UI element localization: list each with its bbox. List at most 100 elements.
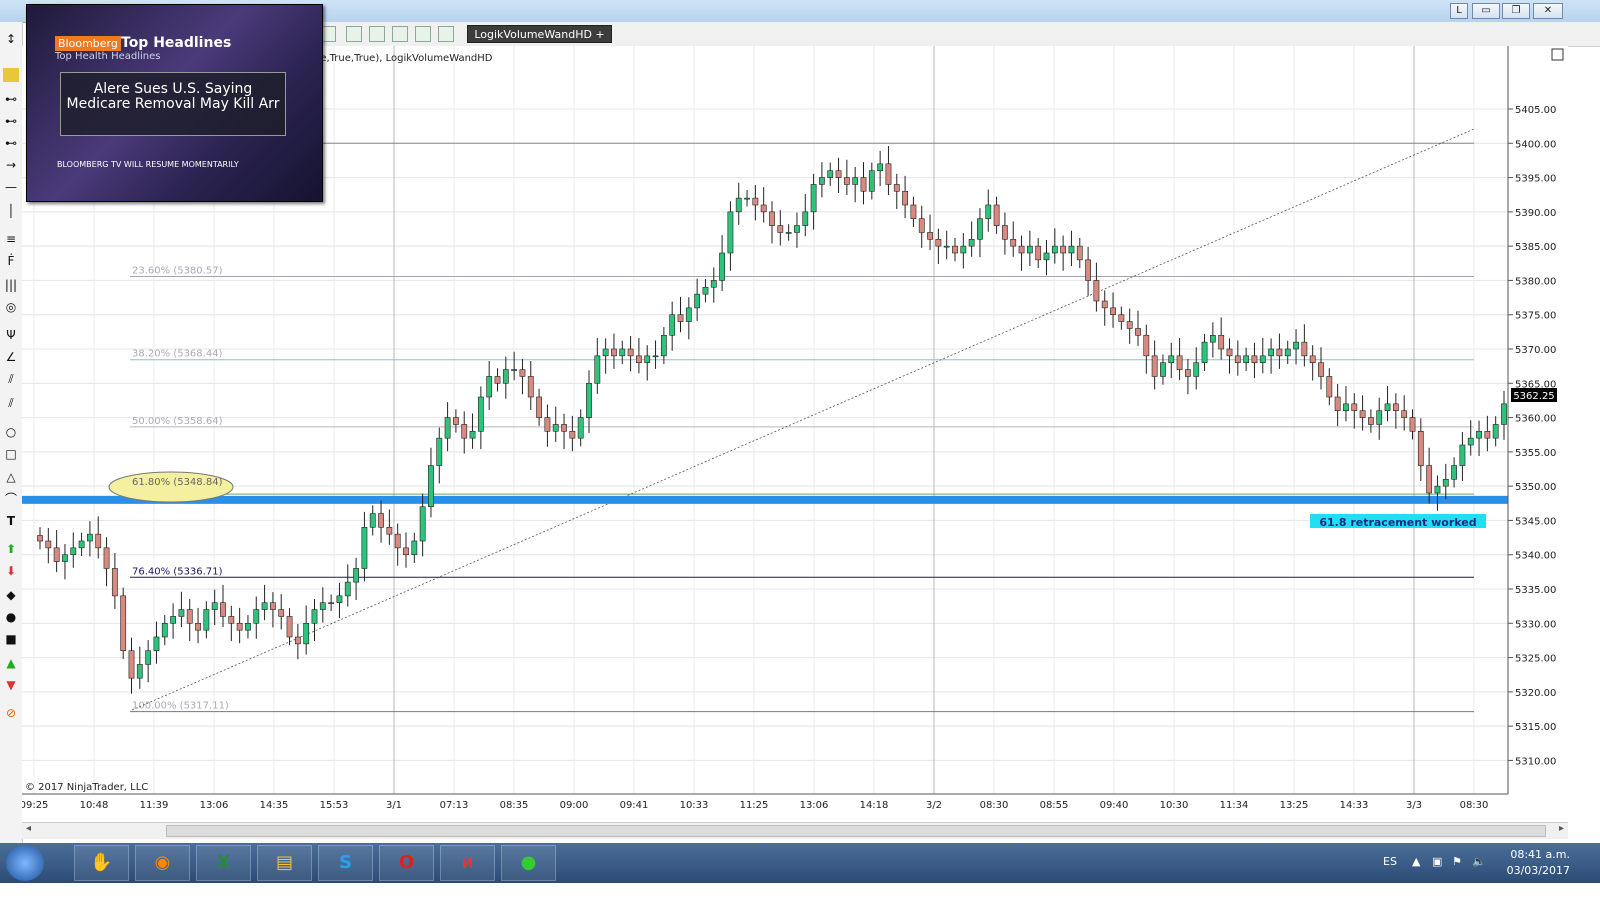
taskbar-ninjatrader-icon[interactable]: ᴎ [440,845,495,881]
line-icon[interactable] [392,26,408,42]
remove-drawings-icon[interactable]: ⊘ [3,706,19,720]
tray-network-icon[interactable]: ▣ [1432,855,1442,868]
regression-channel-icon[interactable]: ⫽ [3,372,19,386]
horizontal-line-icon[interactable]: — [3,180,19,194]
tray-expand-icon[interactable]: ▲ [1412,855,1420,868]
news-section-title: Top Headlines [121,35,232,51]
fib-retracement-icon[interactable]: ≡ [3,232,19,246]
taskbar-firefox-icon[interactable]: ◉ [135,845,190,881]
dollar-icon[interactable] [415,26,431,42]
chart-toolbar: LogikVolumeWandHD + [320,22,1600,47]
ellipse-icon[interactable]: ○ [3,425,19,439]
scroll-left-icon[interactable]: ◂ [26,823,31,834]
text-icon[interactable]: T [3,514,19,528]
taskbar-explorer-icon[interactable]: ▤ [257,845,312,881]
arrow-down-icon[interactable]: ⬇ [3,564,19,578]
tray-volume-icon[interactable]: 🔈 [1472,855,1486,868]
candle-body [794,225,800,233]
line-tool-icon[interactable]: ⊷ [3,114,19,128]
time-tick-label: 13:06 [800,800,829,811]
properties-icon[interactable] [438,26,454,42]
candle-body [1218,334,1225,350]
candle-body [627,348,634,357]
window-lock-button[interactable]: L [1450,3,1468,19]
price-tick-label: 5375.00 [1515,311,1556,322]
arrow-up-icon[interactable]: ⬆ [3,542,19,556]
candle-body [802,211,809,226]
fib-time-icon[interactable]: ||| [3,278,19,292]
candle-body [153,636,160,652]
candle-body [344,581,351,597]
indicator-button[interactable]: LogikVolumeWandHD + [467,25,612,43]
candle-body [1226,348,1233,357]
candle-body [1209,334,1216,343]
candle-body [519,369,526,377]
candle-body [752,197,759,206]
time-tick-label: 08:30 [1460,800,1489,811]
window-minimize-button[interactable]: ▭ [1472,3,1500,19]
bar-chart-icon[interactable] [346,26,362,42]
candle-body [394,533,401,549]
candle-body [1467,437,1474,446]
arrow-line-icon[interactable]: → [3,158,19,172]
candle-body [303,622,310,645]
candle-body [53,547,60,562]
dot-icon[interactable]: ● [3,610,19,624]
fib-circle-icon[interactable]: ◎ [3,300,19,314]
candle-body [1293,341,1299,350]
language-indicator[interactable]: ES [1383,855,1397,868]
trend-channel-icon[interactable]: ⫽ [3,396,19,410]
scroll-right-icon[interactable]: ▸ [1559,823,1564,834]
price-tick-label: 5330.00 [1515,619,1556,630]
support-band [22,495,1508,504]
candle-body [760,204,767,213]
candle-body [918,218,925,233]
horizontal-scrollbar[interactable]: ◂ ▸ [22,822,1568,839]
diamond-icon[interactable]: ◆ [3,588,19,602]
candle-body [502,369,509,384]
triangle-down-icon[interactable]: ▼ [3,678,19,692]
andrews-pitchfork-icon[interactable]: Ψ [3,328,19,342]
start-button[interactable] [6,845,44,881]
candle-body [544,417,551,432]
price-tick-label: 5350.00 [1515,482,1556,493]
candle-body [827,170,834,178]
taskbar-hand-app-icon[interactable]: ✋ [74,845,129,881]
taskbar-excel-icon[interactable]: X [196,845,251,881]
candle-body [868,170,875,192]
candle-body [1135,328,1141,336]
taskbar-skype-icon[interactable]: S [318,845,373,881]
fib-extension-icon[interactable]: Ḟ [3,254,19,268]
bloomberg-news-popup[interactable]: Bloomberg Top Headlines Top Health Headl… [26,4,323,202]
triangle-icon[interactable]: △ [3,470,19,484]
taskbar-globe-icon[interactable]: ● [501,845,556,881]
window-restore-button[interactable]: ❐ [1502,3,1530,19]
taskbar-clock[interactable]: 08:41 a.m. 03/03/2017 [1507,847,1570,879]
price-tick-label: 5360.00 [1515,414,1556,425]
scrollbar-thumb[interactable] [166,825,1546,837]
taskbar-opera-icon[interactable]: O [379,845,434,881]
candle-body [1359,410,1366,418]
ray-icon[interactable]: ⊷ [3,92,19,106]
candle-body [128,650,135,679]
gann-fan-icon[interactable]: ∠ [3,350,19,364]
arc-icon[interactable]: ⌒ [3,492,19,506]
extended-line-icon[interactable]: ⊷ [3,136,19,150]
price-tick-label: 5405.00 [1515,105,1556,116]
rectangle-icon[interactable]: □ [3,447,19,461]
square-icon[interactable]: ■ [3,632,19,646]
vertical-line-icon[interactable]: │ [3,204,19,218]
pointer-icon[interactable]: ↕ [3,32,19,46]
tray-flag-icon[interactable]: ⚑ [1452,855,1462,868]
candles-icon[interactable] [369,26,385,42]
time-tick-label: 09:25 [22,800,48,811]
candle-body [469,430,476,439]
candle-body [236,622,243,631]
note-icon[interactable] [3,68,19,82]
triangle-up-icon[interactable]: ▲ [3,656,19,670]
candle-body [943,245,950,248]
window-close-button[interactable]: ✕ [1533,3,1563,19]
candle-body [669,314,676,336]
time-tick-label: 09:40 [1100,800,1129,811]
candle-body [1301,341,1308,357]
